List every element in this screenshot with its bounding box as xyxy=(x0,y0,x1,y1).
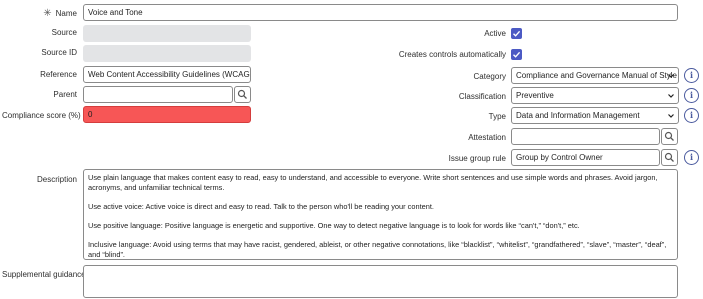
check-icon xyxy=(513,51,521,58)
name-field[interactable]: Voice and Tone xyxy=(83,4,678,21)
chevron-down-icon xyxy=(668,94,674,98)
active-checkbox[interactable] xyxy=(511,28,522,39)
description-label: Description xyxy=(36,175,77,184)
attestation-label: Attestation xyxy=(468,133,506,142)
parent-label: Parent xyxy=(53,90,77,99)
description-textarea[interactable]: Use plain language that makes content ea… xyxy=(83,169,678,260)
supplemental-guidance-label: Supplemental guidance xyxy=(2,270,86,279)
name-label: ✳ Name xyxy=(43,8,77,19)
classification-value: Preventive xyxy=(516,91,554,100)
type-info-button[interactable]: i xyxy=(684,108,699,123)
search-icon xyxy=(237,89,247,99)
source-id-label: Source ID xyxy=(41,48,77,57)
issue-group-rule-info-button[interactable]: i xyxy=(684,150,699,165)
category-value: Compliance and Governance Manual of Styl… xyxy=(516,71,677,80)
description-paragraph: Use plain language that makes content ea… xyxy=(88,173,658,192)
attestation-field[interactable] xyxy=(511,128,660,145)
check-icon xyxy=(513,30,521,37)
active-label: Active xyxy=(484,29,506,38)
description-paragraph: Use active voice: Active voice is direct… xyxy=(88,201,434,211)
search-icon xyxy=(664,152,674,162)
creates-controls-checkbox[interactable] xyxy=(511,49,522,60)
reference-label: Reference xyxy=(40,70,77,79)
type-value: Data and Information Management xyxy=(516,111,640,120)
classification-select[interactable]: Preventive xyxy=(511,87,679,104)
attestation-lookup-button[interactable] xyxy=(661,128,678,145)
parent-lookup-button[interactable] xyxy=(234,86,251,103)
issue-group-rule-label: Issue group rule xyxy=(448,154,506,163)
source-label: Source xyxy=(51,28,77,37)
source-id-field xyxy=(83,45,251,62)
type-select[interactable]: Data and Information Management xyxy=(511,107,679,124)
parent-field[interactable] xyxy=(83,86,233,103)
compliance-score-label: Compliance score (%) xyxy=(2,111,81,120)
creates-controls-label: Creates controls automatically xyxy=(398,50,506,59)
supplemental-guidance-textarea[interactable] xyxy=(83,265,678,298)
category-select[interactable]: Compliance and Governance Manual of Styl… xyxy=(511,67,679,84)
category-label: Category xyxy=(473,72,506,81)
type-label: Type xyxy=(488,112,506,121)
info-icon: i xyxy=(689,90,694,100)
chevron-down-icon xyxy=(668,114,674,118)
source-field xyxy=(83,25,251,42)
info-icon: i xyxy=(689,110,694,120)
info-icon: i xyxy=(689,70,694,80)
info-icon: i xyxy=(689,152,694,162)
compliance-score-field[interactable]: 0 xyxy=(83,106,251,123)
category-info-button[interactable]: i xyxy=(684,68,699,83)
description-paragraph: Inclusive language: Avoid using terms th… xyxy=(88,240,667,259)
classification-info-button[interactable]: i xyxy=(684,88,699,103)
description-paragraph: Use positive language: Positive language… xyxy=(88,220,580,230)
issue-group-rule-field[interactable]: Group by Control Owner xyxy=(511,149,660,166)
required-icon: ✳ xyxy=(43,8,52,19)
issue-group-rule-lookup-button[interactable] xyxy=(661,149,678,166)
search-icon xyxy=(664,131,674,141)
classification-label: Classification xyxy=(458,92,506,101)
reference-field[interactable]: Web Content Accessibility Guidelines (WC… xyxy=(83,66,251,83)
chevron-down-icon xyxy=(668,74,674,78)
